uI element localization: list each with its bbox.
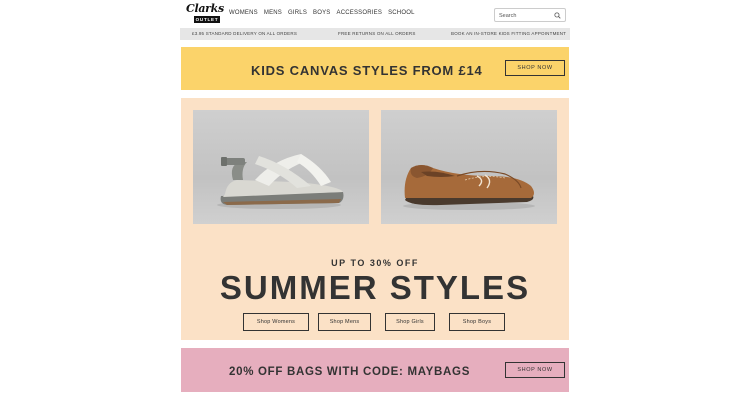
logo-brand: Clarks	[186, 2, 224, 15]
nav-boys[interactable]: BOYS	[313, 10, 330, 16]
summer-styles-block: UP TO 30% OFF SUMMER STYLES Shop Womens …	[181, 98, 569, 340]
nav-womens[interactable]: WOMENS	[229, 10, 258, 16]
sandal-image[interactable]	[193, 110, 369, 224]
summer-discount-text: UP TO 30% OFF	[331, 258, 419, 268]
header: Clarks OUTLET WOMENS MENS GIRLS BOYS ACC…	[180, 0, 570, 28]
nav-school[interactable]: SCHOOL	[388, 10, 415, 16]
loafer-image[interactable]	[381, 110, 557, 224]
shop-womens-button[interactable]: Shop Womens	[243, 313, 309, 331]
info-strip: £3.95 STANDARD DELIVERY ON ALL ORDERS FR…	[180, 28, 570, 40]
nav-accessories[interactable]: ACCESSORIES	[337, 10, 383, 16]
fitting-info[interactable]: BOOK AN IN-STORE KIDS FITTING APPOINTMEN…	[451, 31, 566, 36]
kids-canvas-banner[interactable]: KIDS CANVAS STYLES FROM £14 SHOP NOW	[181, 47, 569, 90]
summer-headline: SUMMER STYLES	[219, 269, 531, 306]
bags-code-banner[interactable]: 20% OFF BAGS WITH CODE: MAYBAGS SHOP NOW	[181, 348, 569, 392]
bags-shop-now-button[interactable]: SHOP NOW	[505, 362, 565, 378]
page: Clarks OUTLET WOMENS MENS GIRLS BOYS ACC…	[180, 0, 570, 400]
logo-outlet: OUTLET	[194, 16, 220, 23]
summer-button-row: Shop Womens Shop Mens Shop Girls Shop Bo…	[243, 313, 507, 331]
nav-girls[interactable]: GIRLS	[288, 10, 307, 16]
kids-banner-headline: KIDS CANVAS STYLES FROM £14	[251, 63, 483, 78]
search-box	[494, 8, 566, 22]
kids-shop-now-button[interactable]: SHOP NOW	[505, 60, 565, 76]
search-input[interactable]	[499, 11, 553, 20]
main-nav: WOMENS MENS GIRLS BOYS ACCESSORIES SCHOO…	[229, 10, 415, 16]
nav-mens[interactable]: MENS	[264, 10, 282, 16]
shop-boys-button[interactable]: Shop Boys	[449, 313, 505, 331]
delivery-info[interactable]: £3.95 STANDARD DELIVERY ON ALL ORDERS	[192, 31, 297, 36]
bags-banner-headline: 20% OFF BAGS WITH CODE: MAYBAGS	[229, 366, 471, 378]
shop-mens-button[interactable]: Shop Mens	[318, 313, 371, 331]
shop-girls-button[interactable]: Shop Girls	[385, 313, 435, 331]
returns-info[interactable]: FREE RETURNS ON ALL ORDERS	[338, 31, 416, 36]
clarks-logo[interactable]: Clarks OUTLET	[182, 2, 224, 24]
search-icon[interactable]	[554, 12, 561, 19]
